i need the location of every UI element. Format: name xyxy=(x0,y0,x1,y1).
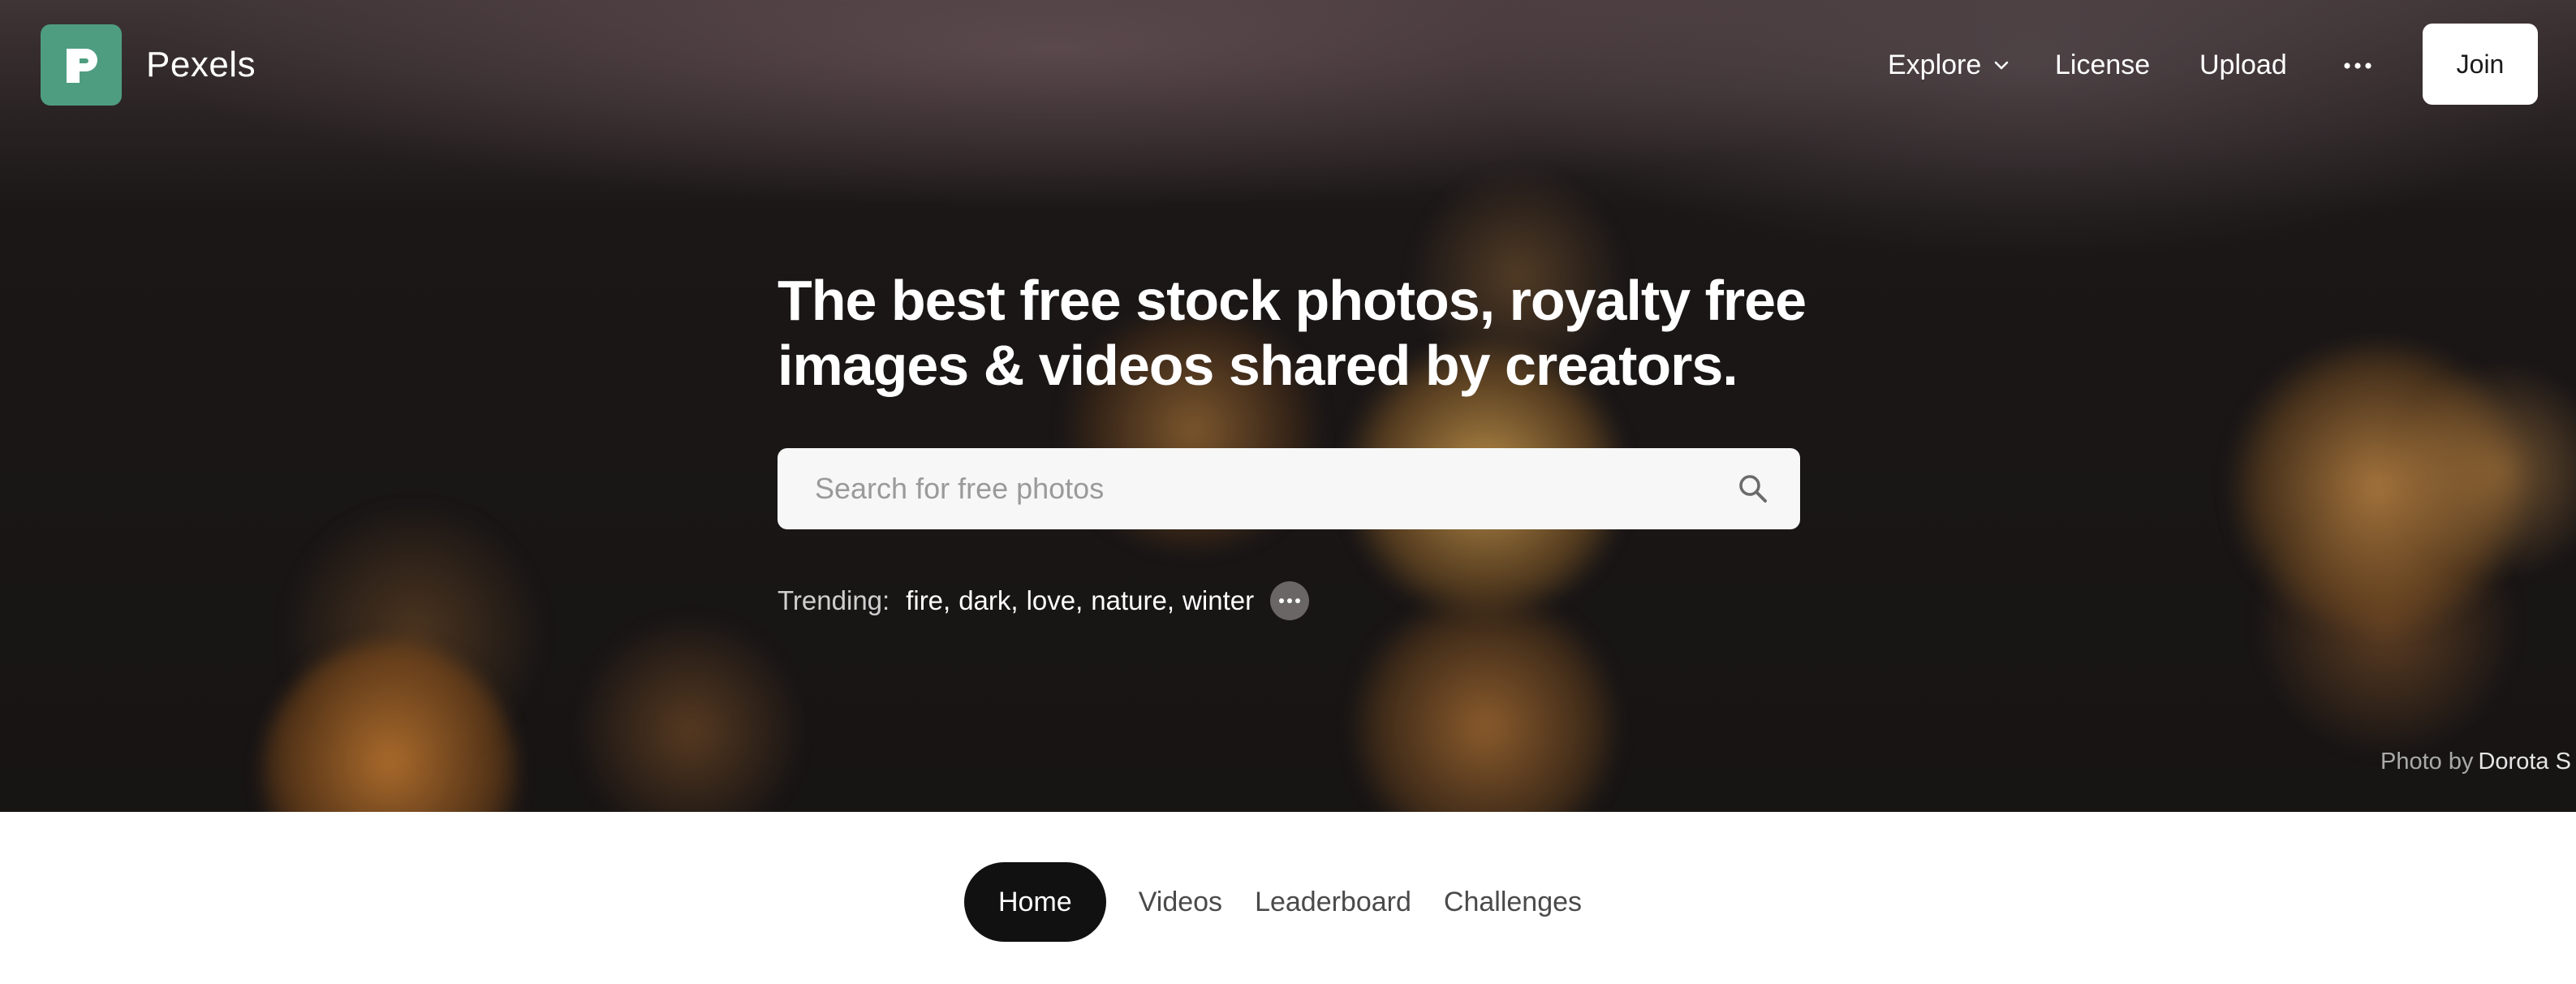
nav-explore[interactable]: Explore xyxy=(1888,42,2010,88)
more-dots-icon[interactable] xyxy=(1270,581,1310,620)
pexels-logo[interactable] xyxy=(41,24,122,106)
hero-banner: Pexels Explore License Upload Join The b… xyxy=(0,0,2576,812)
brand-name[interactable]: Pexels xyxy=(146,41,256,89)
search-input[interactable] xyxy=(813,464,1690,513)
hero-headline: The best free stock photos, royalty free… xyxy=(778,268,1833,398)
bokeh-light xyxy=(1347,593,1623,812)
nav-upload[interactable]: Upload xyxy=(2199,42,2287,88)
trending-tag-love[interactable]: love xyxy=(1027,585,1076,616)
pexels-logo-icon xyxy=(67,49,97,83)
tab-leaderboard[interactable]: Leaderboard xyxy=(1255,862,1411,942)
trending-tag-nature[interactable]: nature xyxy=(1091,585,1167,616)
nav-explore-label: Explore xyxy=(1888,50,1982,80)
search-bar xyxy=(778,448,1800,529)
join-button[interactable]: Join xyxy=(2423,24,2538,105)
photo-credit[interactable]: Photo by Dorota S xyxy=(2380,745,2571,778)
photo-credit-prefix: Photo by xyxy=(2380,749,2474,775)
trending-tag-fire[interactable]: fire xyxy=(906,585,943,616)
hero-headline-line: images & videos shared by creators. xyxy=(778,334,1738,397)
trending-tag-dark[interactable]: dark xyxy=(958,585,1010,616)
tab-challenges[interactable]: Challenges xyxy=(1444,862,1582,942)
main-tabs: Home Videos Leaderboard Challenges xyxy=(964,862,1614,942)
more-horizontal-icon[interactable] xyxy=(2337,45,2378,86)
nav-license[interactable]: License xyxy=(2055,42,2150,88)
chevron-down-icon xyxy=(1992,56,2010,74)
tab-videos[interactable]: Videos xyxy=(1139,862,1222,942)
trending-row: Trending: fire, dark, love, nature, wint… xyxy=(778,578,1310,624)
tab-home[interactable]: Home xyxy=(964,862,1106,942)
bokeh-light xyxy=(568,617,812,812)
trending-tag-winter[interactable]: winter xyxy=(1182,585,1254,616)
photo-credit-author[interactable]: Dorota S xyxy=(2478,749,2570,775)
hero-headline-line: The best free stock photos, royalty free xyxy=(778,269,1807,332)
trending-label: Trending: xyxy=(778,585,890,615)
search-icon[interactable] xyxy=(1735,471,1771,507)
